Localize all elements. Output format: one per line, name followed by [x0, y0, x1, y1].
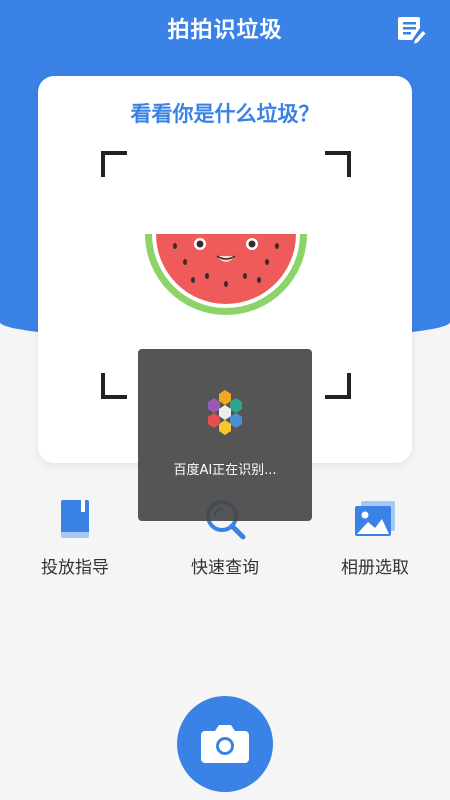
action-label: 快速查询: [191, 558, 259, 578]
scan-frame-corner-top-left: [101, 151, 127, 177]
gallery-icon: [355, 501, 395, 536]
scan-frame-corner-top-right: [325, 151, 351, 177]
app-title: 拍拍识垃圾: [167, 18, 283, 43]
action-label: 相册选取: [341, 558, 409, 578]
watermelon-illustration: [145, 234, 307, 315]
action-gallery-pick[interactable]: 相册选取: [315, 495, 435, 578]
recognition-toast: 百度AI正在识别...: [138, 349, 312, 521]
action-label: 投放指导: [41, 558, 109, 578]
action-disposal-guide[interactable]: 投放指导: [15, 495, 135, 578]
notes-edit-icon: [398, 17, 426, 44]
scan-frame-corner-bottom-right: [325, 373, 351, 399]
camera-button[interactable]: [177, 696, 273, 792]
baidu-ai-hexagon-icon: [208, 390, 242, 435]
book-icon: [61, 500, 89, 538]
toast-message: 百度AI正在识别...: [173, 463, 277, 478]
scan-prompt: 看看你是什么垃圾？: [130, 102, 320, 126]
scan-frame-corner-bottom-left: [101, 373, 127, 399]
camera-icon: [201, 725, 249, 763]
history-button[interactable]: [396, 14, 426, 44]
